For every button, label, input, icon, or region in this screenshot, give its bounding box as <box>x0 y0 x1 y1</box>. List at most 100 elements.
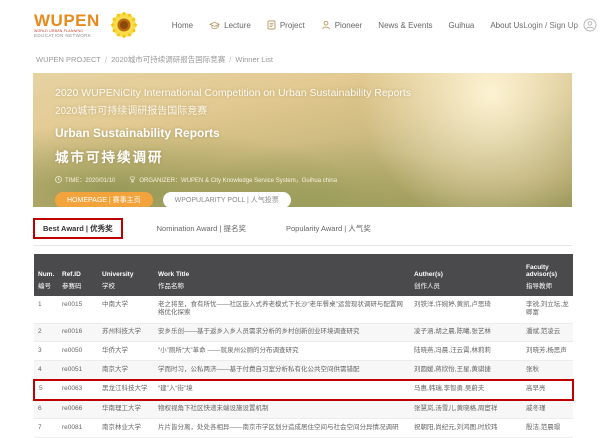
table-row: 6re0066华南理工大学物权视角下社区快递末端设施设置机制张慧岚,汤雪儿,黄晓… <box>34 400 573 419</box>
col-header-num: Num.编号 <box>34 254 58 296</box>
cell-title: 物权视角下社区快递末端设施设置机制 <box>154 400 410 419</box>
cell-university: 华南理工大学 <box>98 400 154 419</box>
cell-ref: re0050 <box>58 342 98 361</box>
tab-popularity-award[interactable]: Popularity Award | 人气奖 <box>280 220 377 237</box>
cell-authors: 刘铁洋,许婉婷,黄凯,卢思琦 <box>410 296 522 323</box>
cell-num: 2 <box>34 323 58 342</box>
banner-buttons: HOMEPAGE | 赛事主页 WPOPULARITY POLL | 人气投票 <box>55 192 560 207</box>
breadcrumb-separator: / <box>105 55 107 64</box>
winner-table-body: 1re0015中南大学老之将至，食有所忧——社区嵌入式养老模式下长沙“老年餐桌”… <box>34 296 573 438</box>
user-circle-icon <box>583 18 597 32</box>
cell-authors: 凌子涵,胡之晨,陈曦,张艺林 <box>410 323 522 342</box>
cell-title: 片片皆分离，处处各相异——南京市学区划分造成居住空间与社会空间分异情况调研 <box>154 419 410 438</box>
graduation-cap-icon <box>209 21 220 30</box>
banner-subtitle-en: Urban Sustainability Reports <box>55 126 560 140</box>
table-row: 7re0081南京林业大学片片皆分离，处处各相异——南京市学区划分造成居住空间与… <box>34 419 573 438</box>
cell-ref: re0051 <box>58 361 98 380</box>
winner-table-header: Num.编号Ref.ID参赛码University学校Work Title作品名… <box>34 254 573 296</box>
nav-item-home[interactable]: Home <box>172 21 193 30</box>
cell-advisors: 高早亮 <box>522 380 573 400</box>
cell-authors: 张慧岚,汤雪儿,黄晓格,周宦祥 <box>410 400 522 419</box>
cell-advisors: 潘斌,范凌云 <box>522 323 573 342</box>
table-row: 2re0016苏州科技大学安乡乐创——基于返乡入乡人员需求分析的乡村创新创业环境… <box>34 323 573 342</box>
cell-authors: 陆晓燕,冯晨,汪云霄,林莉莉 <box>410 342 522 361</box>
cell-authors: 刘圆媛,蒋欣怡,王星,黄骐捷 <box>410 361 522 380</box>
nav-label: About Us <box>490 21 523 30</box>
nav-label: Pioneer <box>335 21 363 30</box>
nav-item-lecture[interactable]: Lecture <box>209 21 251 30</box>
banner-title-en: 2020 WUPENiCity International Competitio… <box>55 87 560 99</box>
nav-label: Home <box>172 21 193 30</box>
table-row: 4re0051南京大学学而时习，公私两济——基于付费自习室分析私有化公共空间供需… <box>34 361 573 380</box>
cell-title: “小”厕所“大”革命 ——就泉州公厕的分布调查研究 <box>154 342 410 361</box>
breadcrumb-separator: / <box>229 55 231 64</box>
cell-advisors: 李锐,刘立坛,龙卿富 <box>522 296 573 323</box>
login-link[interactable]: Login / Sign Up <box>523 18 597 32</box>
popularity-poll-button[interactable]: WPOPULARITY POLL | 人气投票 <box>163 192 291 207</box>
login-label: Login / Sign Up <box>523 21 578 30</box>
cell-num: 1 <box>34 296 58 323</box>
logo[interactable]: WUPEN WORLD URBAN PLANNING EDUCATION NET… <box>34 5 144 45</box>
nav-item-news-events[interactable]: News & Events <box>378 21 432 30</box>
nav-item-project[interactable]: Project <box>267 20 305 30</box>
nav-label: News & Events <box>378 21 432 30</box>
cell-ref: re0016 <box>58 323 98 342</box>
cell-authors: 祝朝阳,尚纪元,刘鸿图,时欣玮 <box>410 419 522 438</box>
sunflower-logo-icon <box>104 5 144 45</box>
trophy-icon <box>129 176 136 183</box>
cell-num: 6 <box>34 400 58 419</box>
cell-ref: re0015 <box>58 296 98 323</box>
banner-time: TIME：2020/01/10 <box>55 175 115 184</box>
nav-label: Project <box>280 21 305 30</box>
table-row: 1re0015中南大学老之将至，食有所忧——社区嵌入式养老模式下长沙“老年餐桌”… <box>34 296 573 323</box>
col-header-work-title: Work Title作品名称 <box>154 254 410 296</box>
table-row: 3re0050华侨大学“小”厕所“大”革命 ——就泉州公厕的分布调查研究陆晓燕,… <box>34 342 573 361</box>
col-header-faculty-advisor-s: Faculty advisor(s)指导教师 <box>522 254 573 296</box>
col-header-university: University学校 <box>98 254 154 296</box>
award-tabs: Best Award | 优秀奖 Nomination Award | 提名奖 Po… <box>33 216 572 246</box>
main-nav: Home Lecture Project Pioneer News & Events Gu… <box>172 20 523 30</box>
nav-item-pioneer[interactable]: Pioneer <box>321 20 363 30</box>
logo-text: WUPEN WORLD URBAN PLANNING EDUCATION NET… <box>34 12 100 39</box>
banner-content: 2020 WUPENiCity International Competitio… <box>55 87 560 207</box>
cell-university: 黑龙江科技大学 <box>98 380 154 400</box>
cell-num: 5 <box>34 380 58 400</box>
tab-best-award[interactable]: Best Award | 优秀奖 <box>33 218 123 239</box>
breadcrumb-item-1[interactable]: 2020城市可持续调研报告国际竞赛 <box>111 54 225 65</box>
cell-university: 南京林业大学 <box>98 419 154 438</box>
person-icon <box>321 20 331 30</box>
logo-tagline: EDUCATION NETWORK <box>34 34 100 39</box>
cell-university: 南京大学 <box>98 361 154 380</box>
cell-advisors: 刘晓芳,杨思声 <box>522 342 573 361</box>
cell-num: 7 <box>34 419 58 438</box>
homepage-button[interactable]: HOMEPAGE | 赛事主页 <box>55 192 153 207</box>
cell-num: 4 <box>34 361 58 380</box>
competition-banner: 2020 WUPENiCity International Competitio… <box>33 73 572 207</box>
cell-title: 安乡乐创——基于返乡入乡人员需求分析的乡村创新创业环境调查研究 <box>154 323 410 342</box>
clock-icon <box>55 176 62 183</box>
document-icon <box>267 20 276 30</box>
banner-title-zh: 2020城市可持续调研报告国际竞赛 <box>55 102 560 117</box>
banner-organizer: ORGANIZER：WUPEN & City Knowledge Service… <box>129 175 337 184</box>
tab-nomination-award[interactable]: Nomination Award | 提名奖 <box>151 220 252 237</box>
cell-ref: re0081 <box>58 419 98 438</box>
site-header: WUPEN WORLD URBAN PLANNING EDUCATION NET… <box>0 0 605 50</box>
table-row-highlighted: 5re0063黑龙江科技大学“建”入“街”境马惠,韩瑞,李智勇,吴蔚夫高早亮 <box>34 380 573 400</box>
nav-label: Lecture <box>224 21 251 30</box>
cell-num: 3 <box>34 342 58 361</box>
nav-item-guihua[interactable]: Guihua <box>449 21 475 30</box>
banner-subtitle-zh: 城市可持续调研 <box>55 146 560 166</box>
cell-authors: 马惠,韩瑞,李智勇,吴蔚夫 <box>410 380 522 400</box>
cell-title: “建”入“街”境 <box>154 380 410 400</box>
breadcrumb-item-2: Winner List <box>235 55 273 64</box>
cell-ref: re0066 <box>58 400 98 419</box>
nav-item-about-us[interactable]: About Us <box>490 21 523 30</box>
cell-university: 苏州科技大学 <box>98 323 154 342</box>
breadcrumb-item-0[interactable]: WUPEN PROJECT <box>36 55 101 64</box>
cell-title: 老之将至，食有所忧——社区嵌入式养老模式下长沙“老年餐桌”运营现状调研与配置网络… <box>154 296 410 323</box>
logo-title: WUPEN <box>34 12 100 29</box>
cell-ref: re0063 <box>58 380 98 400</box>
winner-table: Num.编号Ref.ID参赛码University学校Work Title作品名… <box>33 254 574 438</box>
cell-advisors: 殷洁,范晨璟 <box>522 419 573 438</box>
cell-advisors: 张秋 <box>522 361 573 380</box>
